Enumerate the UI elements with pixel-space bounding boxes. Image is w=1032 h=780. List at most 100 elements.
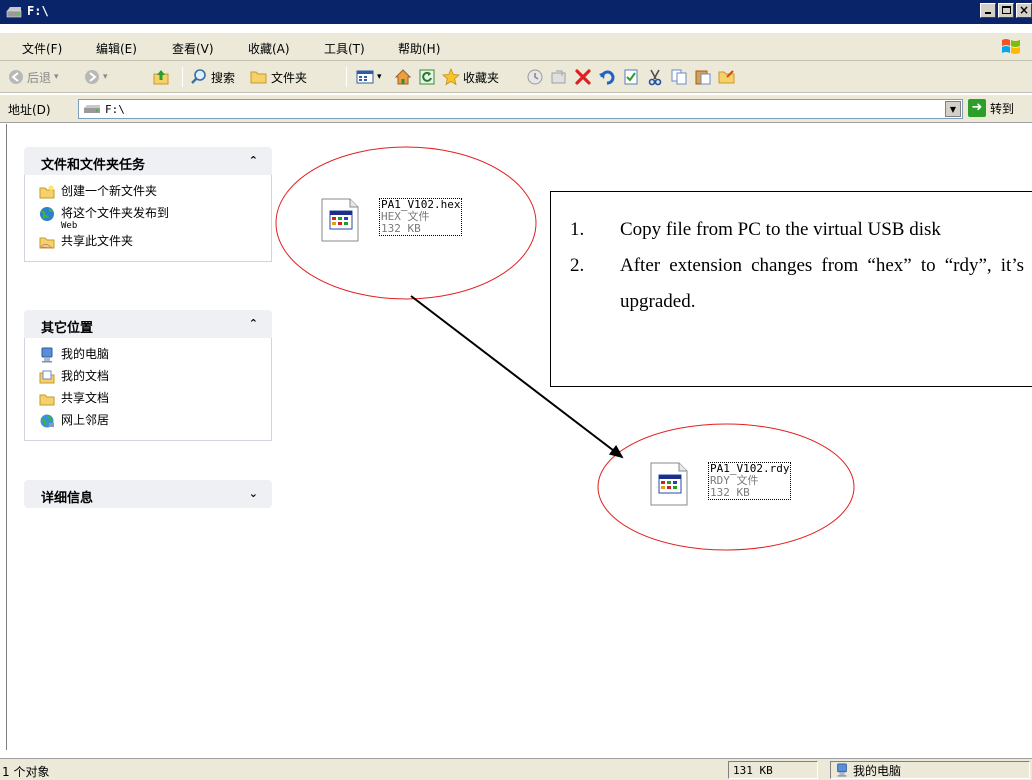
forward-arrow-icon: [85, 70, 99, 84]
place-label: 我的电脑: [61, 347, 110, 361]
search-label: 搜索: [211, 70, 236, 85]
file-tasks-header[interactable]: 文件和文件夹任务 ⌃: [24, 147, 272, 175]
favorites-button[interactable]: 收藏夹: [442, 67, 499, 87]
file-item-rdy[interactable]: PA1_V102.rdy RDY 文件 132 KB: [649, 462, 819, 508]
file-tasks-title: 文件和文件夹任务: [41, 158, 146, 173]
views-button[interactable]: ▾: [356, 67, 382, 87]
go-button[interactable]: ➜ 转到: [968, 99, 1014, 117]
history-button[interactable]: [526, 67, 544, 87]
back-label: 后退: [27, 70, 52, 85]
address-value: F:\: [105, 103, 125, 116]
menu-edit[interactable]: 编辑(E): [96, 40, 137, 57]
cut-button[interactable]: [646, 67, 664, 87]
delete-button[interactable]: [574, 67, 592, 87]
details-header[interactable]: 详细信息 ⌄: [24, 480, 272, 508]
new-folder-icon: [39, 185, 55, 199]
star-icon: [442, 68, 460, 86]
details-panel: 详细信息 ⌄: [24, 480, 272, 508]
globe-icon: [40, 207, 54, 221]
move-to-icon: [551, 70, 566, 84]
my-computer-icon: [41, 347, 53, 363]
address-dropdown-button[interactable]: ▼: [945, 101, 961, 117]
menu-help[interactable]: 帮助(H): [398, 40, 440, 57]
forward-button[interactable]: ▾: [84, 67, 108, 87]
views-icon: [356, 70, 374, 84]
place-shared-documents[interactable]: 共享文档: [39, 388, 271, 410]
note-number: 2.: [570, 255, 585, 276]
my-computer-icon: [837, 763, 847, 777]
paste-button[interactable]: [694, 67, 712, 87]
place-network[interactable]: 网上邻居: [39, 410, 271, 432]
go-arrow-icon: ➜: [968, 99, 986, 117]
place-label: 共享文档: [61, 391, 110, 405]
status-size: 131 KB: [728, 761, 818, 779]
close-icon: ×: [1019, 3, 1030, 17]
paste-icon: [695, 70, 711, 85]
file-item-hex[interactable]: PA1_V102.hex HEX 文件 132 KB: [320, 198, 490, 244]
folder-icon: [39, 394, 55, 406]
place-my-documents[interactable]: 我的文档: [39, 366, 271, 388]
chevron-down-icon: ▼: [949, 105, 957, 114]
expand-icon[interactable]: ⌄: [249, 487, 258, 500]
minimize-icon: [985, 12, 991, 14]
file-icon: [321, 198, 359, 242]
search-button[interactable]: 搜索: [190, 67, 235, 87]
place-my-computer[interactable]: 我的电脑: [39, 344, 271, 366]
address-label: 地址(D): [8, 103, 51, 117]
toolbar: 后退 ▾ ▾ 搜索 文件夹 ▾ 收藏夹: [0, 61, 1032, 93]
menu-file[interactable]: 文件(F): [22, 40, 62, 57]
address-input[interactable]: F:\ ▼: [78, 99, 963, 119]
up-folder-button[interactable]: [152, 67, 170, 87]
collapse-icon[interactable]: ⌃: [249, 317, 258, 330]
move-to-button[interactable]: [550, 67, 568, 87]
status-zone-label: 我的电脑: [853, 763, 902, 778]
other-places-header[interactable]: 其它位置 ⌃: [24, 310, 272, 338]
other-places-title: 其它位置: [41, 321, 94, 336]
folder-options-button[interactable]: [718, 67, 736, 87]
refresh-button[interactable]: [418, 67, 436, 87]
task-share-folder[interactable]: 共享此文件夹: [39, 231, 271, 253]
back-button[interactable]: 后退 ▾: [8, 67, 59, 87]
title-bar: F:\ ×: [0, 0, 1032, 24]
copy-button[interactable]: [670, 67, 688, 87]
file-icon: [650, 462, 688, 506]
instruction-note: 1. Copy file from PC to the virtual USB …: [550, 191, 1032, 387]
file-size: 132 KB: [710, 486, 750, 499]
place-label: 我的文档: [61, 369, 110, 383]
file-size: 132 KB: [381, 222, 421, 235]
status-zone: 我的电脑: [830, 761, 1030, 779]
home-icon: [394, 69, 412, 85]
note-item: 2. After extension changes from “hex” to…: [570, 248, 1024, 320]
other-places-panel: 其它位置 ⌃ 我的电脑 我的文档 共享文档 网上邻居: [24, 310, 272, 441]
go-label: 转到: [990, 101, 1015, 116]
back-arrow-icon: [9, 70, 23, 84]
close-button[interactable]: ×: [1016, 3, 1032, 18]
minimize-button[interactable]: [980, 3, 996, 18]
drive-icon: [84, 105, 100, 113]
note-text: Copy file from PC to the virtual USB dis…: [620, 219, 941, 240]
search-icon: [191, 69, 206, 84]
details-title: 详细信息: [41, 491, 94, 506]
windows-logo-icon: [1002, 39, 1020, 54]
undo-icon: [599, 70, 615, 85]
note-number: 1.: [570, 219, 585, 240]
task-label: 共享此文件夹: [61, 234, 134, 248]
folders-icon: [250, 71, 267, 84]
undo-button[interactable]: [598, 67, 616, 87]
menu-tools[interactable]: 工具(T): [324, 40, 365, 57]
menu-favorites[interactable]: 收藏(A): [248, 40, 290, 57]
maximize-button[interactable]: [998, 3, 1014, 18]
menu-view[interactable]: 查看(V): [172, 40, 214, 57]
window-title: F:\: [27, 4, 49, 18]
task-new-folder[interactable]: 创建一个新文件夹: [39, 181, 271, 203]
my-documents-icon: [39, 370, 55, 384]
status-object-count: 1 个对象: [2, 765, 50, 779]
properties-button[interactable]: [622, 67, 640, 87]
task-label: 将这个文件夹发布到: [61, 206, 170, 220]
folders-button[interactable]: 文件夹: [250, 67, 307, 87]
task-publish-web[interactable]: 将这个文件夹发布到 Web: [39, 203, 271, 231]
home-button[interactable]: [394, 67, 412, 87]
note-item: 1. Copy file from PC to the virtual USB …: [570, 212, 1024, 248]
refresh-icon: [419, 69, 435, 85]
collapse-icon[interactable]: ⌃: [249, 154, 258, 167]
